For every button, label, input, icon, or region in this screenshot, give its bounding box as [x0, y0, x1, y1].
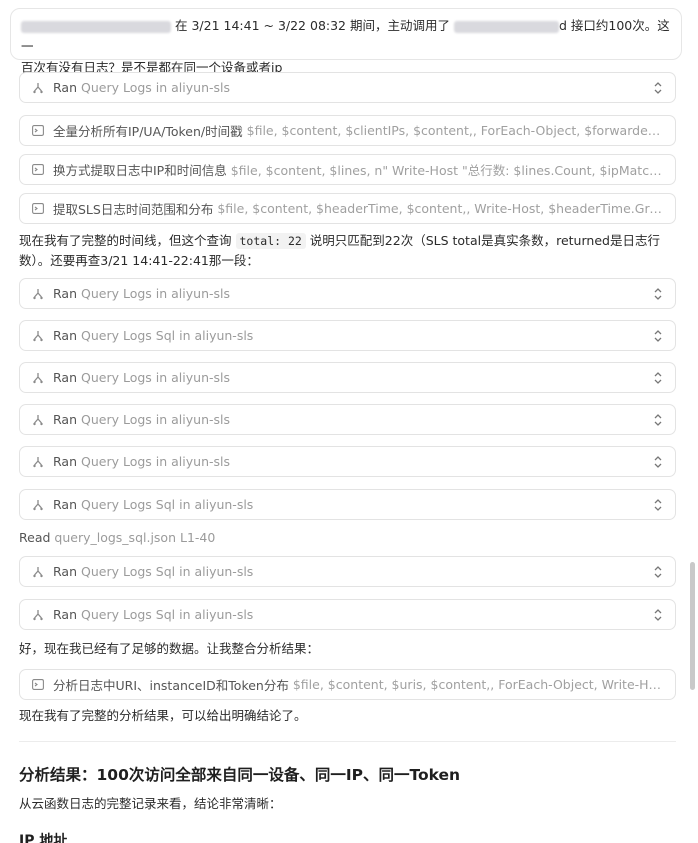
- tool-name: Query Logs in aliyun-sls: [81, 412, 230, 427]
- tool-call-query-logs[interactable]: Ran Query Logs in aliyun-sls: [19, 404, 676, 435]
- message-text-1: 在 3/21 14:41 ~ 3/22 08:32 期间，主动调用了: [174, 18, 450, 33]
- chevron-updown-icon[interactable]: [653, 565, 665, 579]
- tool-name: Query Logs in aliyun-sls: [81, 80, 230, 95]
- branch-icon: [31, 371, 45, 385]
- tool-verb: Ran: [53, 80, 77, 95]
- tool-call-query-logs-sql[interactable]: Ran Query Logs Sql in aliyun-sls: [19, 489, 676, 520]
- tool-call-query-logs-sql[interactable]: Ran Query Logs Sql in aliyun-sls: [19, 599, 676, 630]
- result-heading: 分析结果：100次访问全部来自同一设备、同一IP、同一Token: [19, 766, 461, 784]
- tool-call-query-logs[interactable]: Ran Query Logs in aliyun-sls: [19, 362, 676, 393]
- chat-transcript: 在 3/21 14:41 ~ 3/22 08:32 期间，主动调用了 d 接口约…: [0, 0, 686, 843]
- chevron-updown-icon[interactable]: [653, 413, 665, 427]
- chevron-updown-icon[interactable]: [653, 81, 665, 95]
- tool-name: Query Logs Sql in aliyun-sls: [81, 497, 254, 512]
- tool-call-query-logs[interactable]: Ran Query Logs in aliyun-sls: [19, 446, 676, 477]
- tool-call-query-logs-sql[interactable]: Ran Query Logs Sql in aliyun-sls: [19, 320, 676, 351]
- terminal-icon: [31, 202, 45, 216]
- tool-name: Query Logs Sql in aliyun-sls: [81, 328, 254, 343]
- divider: [19, 741, 676, 742]
- scrollbar-thumb[interactable]: [690, 562, 695, 690]
- chevron-updown-icon[interactable]: [653, 498, 665, 512]
- inline-code: total: 22: [235, 233, 306, 249]
- command-card[interactable]: 全量分析所有IP/UA/Token/时间戳 $file, $content, $…: [19, 115, 676, 146]
- tool-verb: Ran: [53, 412, 77, 427]
- tool-verb: Ran: [53, 497, 77, 512]
- assistant-paragraph-3: 现在我有了完整的分析结果，可以给出明确结论了。: [19, 708, 307, 723]
- branch-icon: [31, 81, 45, 95]
- tool-verb: Ran: [53, 454, 77, 469]
- read-file-name: query_logs_sql.json L1-40: [54, 530, 216, 545]
- command-card[interactable]: 提取SLS日志时间范围和分布 $file, $content, $headerT…: [19, 193, 676, 224]
- tool-verb: Ran: [53, 370, 77, 385]
- tool-name: Query Logs Sql in aliyun-sls: [81, 607, 254, 622]
- branch-icon: [31, 287, 45, 301]
- user-message: 在 3/21 14:41 ~ 3/22 08:32 期间，主动调用了 d 接口约…: [10, 8, 682, 75]
- terminal-icon: [31, 678, 45, 692]
- scrollbar[interactable]: [688, 0, 696, 843]
- ip-subheading: IP 地址: [19, 833, 68, 843]
- tool-verb: Ran: [53, 564, 77, 579]
- command-title: 提取SLS日志时间范围和分布: [53, 202, 214, 217]
- command-detail: $file, $content, $clientIPs, $content,, …: [246, 123, 675, 138]
- command-detail: $file, $content, $headerTime, $content,,…: [217, 201, 675, 216]
- redacted-name: [21, 20, 171, 33]
- para-text: 现在我有了完整的时间线，但这个查询: [19, 233, 232, 248]
- command-card[interactable]: 换方式提取日志中IP和时间信息 $file, $content, $lines,…: [19, 154, 676, 185]
- read-verb: Read: [19, 530, 51, 545]
- read-file-line[interactable]: Read query_logs_sql.json L1-40: [19, 530, 215, 545]
- tool-verb: Ran: [53, 607, 77, 622]
- command-card[interactable]: 分析日志中URI、instanceID和Token分布 $file, $cont…: [19, 669, 676, 700]
- redacted-endpoint: [453, 20, 559, 33]
- tool-name: Query Logs in aliyun-sls: [81, 454, 230, 469]
- tool-name: Query Logs in aliyun-sls: [81, 370, 230, 385]
- assistant-paragraph-4: 从云函数日志的完整记录来看，结论非常清晰：: [19, 796, 282, 811]
- branch-icon: [31, 329, 45, 343]
- command-title: 全量分析所有IP/UA/Token/时间戳: [53, 124, 243, 139]
- tool-verb: Ran: [53, 328, 77, 343]
- branch-icon: [31, 498, 45, 512]
- command-title: 换方式提取日志中IP和时间信息: [53, 163, 227, 178]
- assistant-paragraph-2: 好，现在我已经有了足够的数据。让我整合分析结果：: [19, 641, 320, 656]
- para-text: 数）。还要再查3/21 14:41-22:41那一段：: [19, 253, 259, 268]
- chevron-updown-icon[interactable]: [653, 455, 665, 469]
- command-title: 分析日志中URI、instanceID和Token分布: [53, 678, 289, 693]
- chevron-updown-icon[interactable]: [653, 608, 665, 622]
- branch-icon: [31, 455, 45, 469]
- chevron-updown-icon[interactable]: [653, 371, 665, 385]
- branch-icon: [31, 565, 45, 579]
- command-detail: $file, $content, $uris, $content,, ForEa…: [292, 677, 675, 692]
- tool-call-query-logs[interactable]: Ran Query Logs in aliyun-sls: [19, 278, 676, 309]
- command-detail: $file, $content, $lines, n" Write-Host "…: [230, 163, 675, 178]
- tool-call-query-logs[interactable]: Ran Query Logs in aliyun-sls: [19, 72, 676, 103]
- branch-icon: [31, 413, 45, 427]
- tool-name: Query Logs in aliyun-sls: [81, 286, 230, 301]
- para-text: 说明只匹配到22次（SLS total是真实条数，returned是日志行: [309, 233, 660, 248]
- chevron-updown-icon[interactable]: [653, 329, 665, 343]
- terminal-icon: [31, 163, 45, 177]
- chevron-updown-icon[interactable]: [653, 287, 665, 301]
- assistant-paragraph-1: 现在我有了完整的时间线，但这个查询 total: 22 说明只匹配到22次（SL…: [19, 231, 679, 270]
- tool-verb: Ran: [53, 286, 77, 301]
- branch-icon: [31, 608, 45, 622]
- terminal-icon: [31, 124, 45, 138]
- tool-call-query-logs-sql[interactable]: Ran Query Logs Sql in aliyun-sls: [19, 556, 676, 587]
- tool-name: Query Logs Sql in aliyun-sls: [81, 564, 254, 579]
